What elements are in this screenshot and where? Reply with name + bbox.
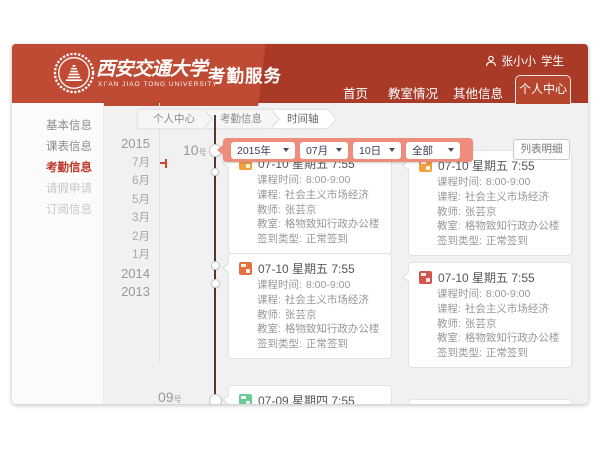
- sidebar-item-subscription-info[interactable]: 订阅信息: [12, 200, 103, 221]
- attendance-card[interactable]: 07-10 星期五 7:55 课程时间:8:00-9:00 课程:社会主义市场经…: [408, 262, 572, 368]
- timeline-month-current[interactable]: 7月: [104, 154, 159, 173]
- list-detail-button[interactable]: 列表明细: [513, 139, 570, 160]
- current-month-marker-icon: [160, 159, 167, 168]
- user-role: 学生: [541, 53, 564, 69]
- nav-other-info[interactable]: 其他信息: [453, 83, 503, 102]
- main-content: 基本信息 课表信息 考勤信息 请假申请 订阅信息 2015 7月 6月 5月 3…: [12, 103, 588, 404]
- date-filter-bar: 2015年 07月 10日 全部: [223, 138, 473, 162]
- university-name-cn: 西安交通大学: [96, 54, 207, 81]
- breadcrumb-personal-center[interactable]: 个人中心: [138, 110, 212, 128]
- sidebar: 基本信息 课表信息 考勤信息 请假申请 订阅信息: [12, 103, 104, 404]
- timeline-dot: [211, 261, 220, 270]
- timeline-year-month-list: 2015 7月 6月 5月 3月 2月 1月 2014 2013: [104, 103, 160, 363]
- user-info[interactable]: 张小小 学生: [485, 53, 565, 69]
- chevron-down-icon: [283, 148, 289, 152]
- chevron-down-icon: [336, 148, 342, 152]
- sidebar-item-leave-request[interactable]: 请假申请: [12, 179, 103, 200]
- attendance-card[interactable]: 07-10 星期五 7:55 课程时间:8:00-9:00 课程:社会主义市场经…: [228, 148, 392, 254]
- user-icon: [485, 55, 497, 67]
- timeline-month[interactable]: 6月: [104, 172, 159, 191]
- chevron-down-icon: [448, 148, 454, 152]
- timeline-month[interactable]: 1月: [104, 246, 159, 265]
- timeline-axis: [214, 115, 216, 404]
- sign-in-type-icon: [239, 262, 252, 275]
- nav-classrooms[interactable]: 教室情况: [388, 83, 438, 102]
- month-select[interactable]: 07月: [300, 142, 348, 159]
- university-logo-icon: [53, 52, 95, 94]
- card-title: 07-10 星期五 7:55: [258, 260, 355, 277]
- timeline-month[interactable]: 5月: [104, 191, 159, 210]
- sign-in-type-icon: [239, 394, 252, 404]
- attendance-card-partial[interactable]: [408, 399, 572, 404]
- breadcrumb: 个人中心 考勤信息 时间轴: [138, 110, 336, 128]
- timeline-month[interactable]: 2月: [104, 228, 159, 247]
- sign-in-type-icon: [419, 271, 432, 284]
- page-background: 西安交通大学 XI'AN JIAO TONG UNIVERSITY 考勤服务 张…: [0, 0, 600, 450]
- timeline-year[interactable]: 2015: [104, 135, 159, 154]
- timeline-dot: [211, 279, 220, 288]
- card-title: 07-09 星期四 7:55: [258, 392, 355, 404]
- chevron-down-icon: [389, 148, 395, 152]
- app-title: 考勤服务: [208, 63, 282, 88]
- day-marker-09: 09号: [158, 389, 182, 404]
- breadcrumb-attendance-info[interactable]: 考勤信息: [205, 110, 279, 128]
- attendance-card[interactable]: 07-10 星期五 7:55 课程时间:8:00-9:00 课程:社会主义市场经…: [228, 253, 392, 359]
- timeline-dot: [209, 394, 222, 405]
- day-marker-10: 10号: [183, 142, 207, 158]
- user-name: 张小小: [502, 53, 537, 69]
- breadcrumb-timeline[interactable]: 时间轴: [272, 110, 336, 128]
- year-select[interactable]: 2015年: [231, 142, 295, 159]
- timeline-month[interactable]: 3月: [104, 209, 159, 228]
- attendance-app-window: 西安交通大学 XI'AN JIAO TONG UNIVERSITY 考勤服务 张…: [12, 44, 588, 404]
- card-title: 07-10 星期五 7:55: [438, 269, 535, 286]
- nav-personal-center-active-tab[interactable]: 个人中心: [515, 75, 571, 104]
- sidebar-item-basic-info[interactable]: 基本信息: [12, 116, 103, 137]
- timeline-year[interactable]: 2013: [104, 283, 159, 302]
- attendance-card[interactable]: 07-09 星期四 7:55: [228, 385, 392, 404]
- type-select[interactable]: 全部: [406, 142, 460, 159]
- university-name-en: XI'AN JIAO TONG UNIVERSITY: [98, 81, 218, 88]
- day-select[interactable]: 10日: [353, 142, 401, 159]
- sidebar-item-attendance-info[interactable]: 考勤信息: [12, 158, 103, 179]
- nav-home[interactable]: 首页: [343, 83, 368, 102]
- app-header: 西安交通大学 XI'AN JIAO TONG UNIVERSITY 考勤服务 张…: [12, 44, 588, 103]
- attendance-card[interactable]: 07-10 星期五 7:55 课程时间:8:00-9:00 课程:社会主义市场经…: [408, 150, 572, 256]
- timeline-year[interactable]: 2014: [104, 265, 159, 284]
- sidebar-item-schedule-info[interactable]: 课表信息: [12, 137, 103, 158]
- timeline-dot: [211, 168, 219, 176]
